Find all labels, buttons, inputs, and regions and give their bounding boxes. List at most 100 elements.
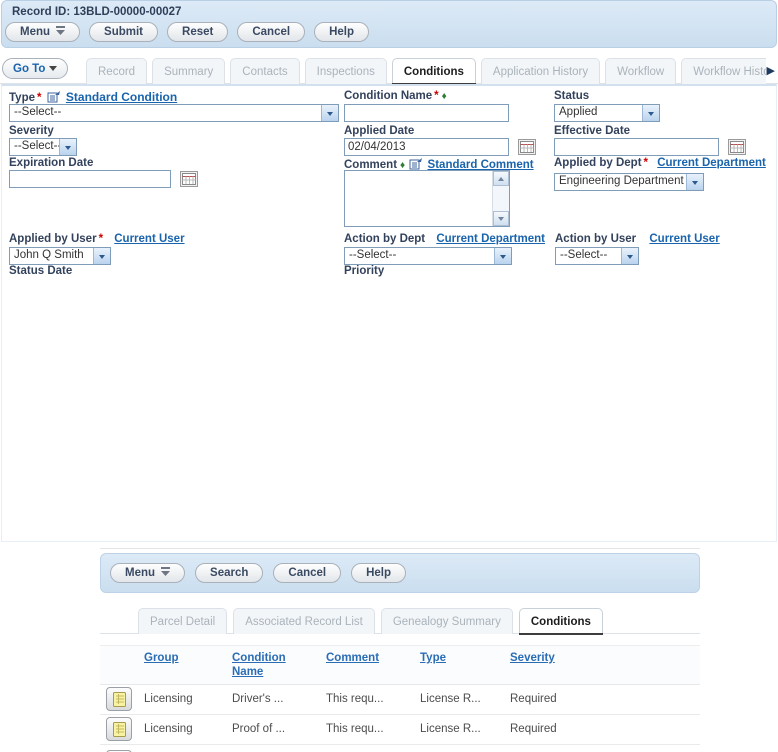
current-user-link-2[interactable]: Current User <box>649 233 719 245</box>
menu-dropdown-icon <box>56 26 66 38</box>
main-tabs: Record Summary Contacts Inspections Cond… <box>86 57 766 84</box>
expiration-date-calendar-icon[interactable] <box>180 171 198 187</box>
condition-name-input[interactable] <box>344 104 509 122</box>
type-select-arrow-icon <box>321 105 338 121</box>
cell-group: Licensing <box>144 693 193 706</box>
expiration-date-label-row: Expiration Date <box>9 157 93 169</box>
condition-document-icon[interactable] <box>106 687 132 712</box>
tab-workflow[interactable]: Workflow <box>605 58 677 84</box>
popup-tab-conditions[interactable]: Conditions <box>518 608 603 635</box>
action-by-dept-select[interactable]: --Select-- <box>344 247 512 265</box>
help-button[interactable]: Help <box>314 22 369 42</box>
action-by-dept-select-value: --Select-- <box>349 249 397 261</box>
tab-summary[interactable]: Summary <box>152 58 226 84</box>
effective-date-input[interactable] <box>554 138 719 156</box>
standard-condition-link[interactable]: Standard Condition <box>66 90 177 104</box>
applied-by-user-select[interactable]: John Q Smith <box>9 247 111 265</box>
tab-record[interactable]: Record <box>86 58 148 84</box>
severity-label-row: Severity <box>9 125 54 137</box>
priority-label-row: Priority <box>344 265 384 277</box>
record-id-value: 13BLD-00000-00027 <box>73 6 182 18</box>
applied-by-user-select-value: John Q Smith <box>14 249 84 261</box>
menu-button[interactable]: Menu <box>5 22 81 42</box>
effective-date-label: Effective Date <box>554 125 631 137</box>
applied-by-user-required-mark: * <box>98 233 104 245</box>
applied-date-calendar-icon[interactable] <box>518 139 536 155</box>
applied-by-user-select-arrow-icon <box>93 248 110 264</box>
action-by-dept-label: Action by Dept <box>344 233 426 245</box>
status-date-label-row: Status Date <box>9 265 72 277</box>
condition-document-icon[interactable] <box>106 717 132 742</box>
popup-tab-genealogy-summary[interactable]: Genealogy Summary <box>380 608 513 634</box>
applied-by-user-label: Applied by User <box>9 233 97 245</box>
applied-by-dept-select-value: Engineering Department <box>559 175 684 187</box>
action-by-user-select-value: --Select-- <box>560 249 608 261</box>
scroll-down-icon[interactable] <box>493 211 509 226</box>
current-department-link-1[interactable]: Current Department <box>657 157 766 169</box>
action-by-user-label: Action by User <box>555 233 637 245</box>
popup-toolbar: Menu Search Cancel Help <box>100 553 700 593</box>
applied-by-user-label-row: Applied by User * Current User <box>9 233 185 245</box>
action-by-user-select[interactable]: --Select-- <box>555 247 639 265</box>
popup-tabs: Parcel Detail Associated Record List Gen… <box>138 607 603 635</box>
record-id: Record ID: 13BLD-00000-00027 <box>2 1 776 18</box>
tab-inspections[interactable]: Inspections <box>304 58 387 84</box>
effective-date-calendar-icon[interactable] <box>728 139 746 155</box>
expiration-date-input[interactable] <box>9 170 171 188</box>
comment-scrollbar[interactable] <box>492 171 509 226</box>
cell-comment: This requ... <box>326 723 384 736</box>
condition-name-label-row: Condition Name * ♦ <box>344 90 447 102</box>
popup-menu-button[interactable]: Menu <box>110 563 186 583</box>
tab-application-history[interactable]: Application History <box>480 58 601 84</box>
current-user-link-1[interactable]: Current User <box>114 233 184 245</box>
current-department-link-2[interactable]: Current Department <box>436 233 545 245</box>
popup-tab-associated-record-list[interactable]: Associated Record List <box>233 608 375 634</box>
record-toolbar: Record ID: 13BLD-00000-00027 Menu Submit… <box>1 0 777 48</box>
comment-textarea[interactable] <box>344 170 510 227</box>
menu-button-label: Menu <box>20 26 51 38</box>
cell-type: License R... <box>420 693 481 706</box>
column-header-severity[interactable]: Severity <box>510 651 590 665</box>
app-window: Record ID: 13BLD-00000-00027 Menu Submit… <box>0 0 778 752</box>
applied-by-dept-label-row: Applied by Dept * Current Department <box>554 157 766 169</box>
goto-button[interactable]: Go To <box>2 58 69 79</box>
column-header-type[interactable]: Type <box>420 651 500 665</box>
applied-by-dept-select[interactable]: Engineering Department <box>554 173 704 191</box>
cancel-button[interactable]: Cancel <box>237 22 306 42</box>
condition-name-required-mark: * <box>434 90 439 102</box>
popup-search-button[interactable]: Search <box>195 563 264 583</box>
type-select[interactable]: --Select-- <box>9 104 339 122</box>
table-row <box>100 747 700 752</box>
status-label: Status <box>554 90 590 102</box>
column-header-condition-name[interactable]: Condition Name <box>232 651 312 680</box>
scroll-up-icon[interactable] <box>493 171 509 186</box>
cell-severity: Required <box>510 693 557 706</box>
severity-select[interactable]: --Select-- <box>9 138 77 156</box>
popup-help-button[interactable]: Help <box>351 563 407 583</box>
column-header-group[interactable]: Group <box>144 651 224 665</box>
tab-workflow-history[interactable]: Workflow History <box>681 58 766 84</box>
reset-button[interactable]: Reset <box>167 22 229 42</box>
table-row: Licensing Proof of ... This requ... Lice… <box>100 715 700 745</box>
conditions-popup: Menu Search Cancel Help Parcel Detail As… <box>100 548 700 752</box>
conditions-table-header: Group Condition Name Comment Type Severi… <box>100 645 700 685</box>
condition-name-flag-mark: ♦ <box>441 91 447 102</box>
severity-select-value: --Select-- <box>14 140 59 152</box>
goto-dropdown-icon <box>49 63 58 75</box>
tab-scroll-right-icon[interactable]: ▶ <box>767 64 775 77</box>
action-by-dept-select-arrow-icon <box>494 248 511 264</box>
submit-button[interactable]: Submit <box>89 22 159 42</box>
column-header-comment[interactable]: Comment <box>326 651 406 665</box>
applied-date-input[interactable] <box>344 138 509 156</box>
popup-tab-parcel-detail[interactable]: Parcel Detail <box>138 608 228 634</box>
applied-date-label: Applied Date <box>344 125 415 137</box>
tab-conditions[interactable]: Conditions <box>391 58 476 84</box>
conditions-form: Type * Standard Condition --Select-- Cond… <box>1 84 777 542</box>
popup-cancel-button[interactable]: Cancel <box>273 563 342 583</box>
severity-select-arrow-icon <box>59 139 76 155</box>
tab-contacts[interactable]: Contacts <box>230 58 300 84</box>
status-select[interactable]: Applied <box>554 104 660 122</box>
popup-menu-dropdown-icon <box>161 567 171 579</box>
applied-date-label-row: Applied Date <box>344 125 414 137</box>
action-by-user-label-row: Action by User Current User <box>555 233 720 245</box>
